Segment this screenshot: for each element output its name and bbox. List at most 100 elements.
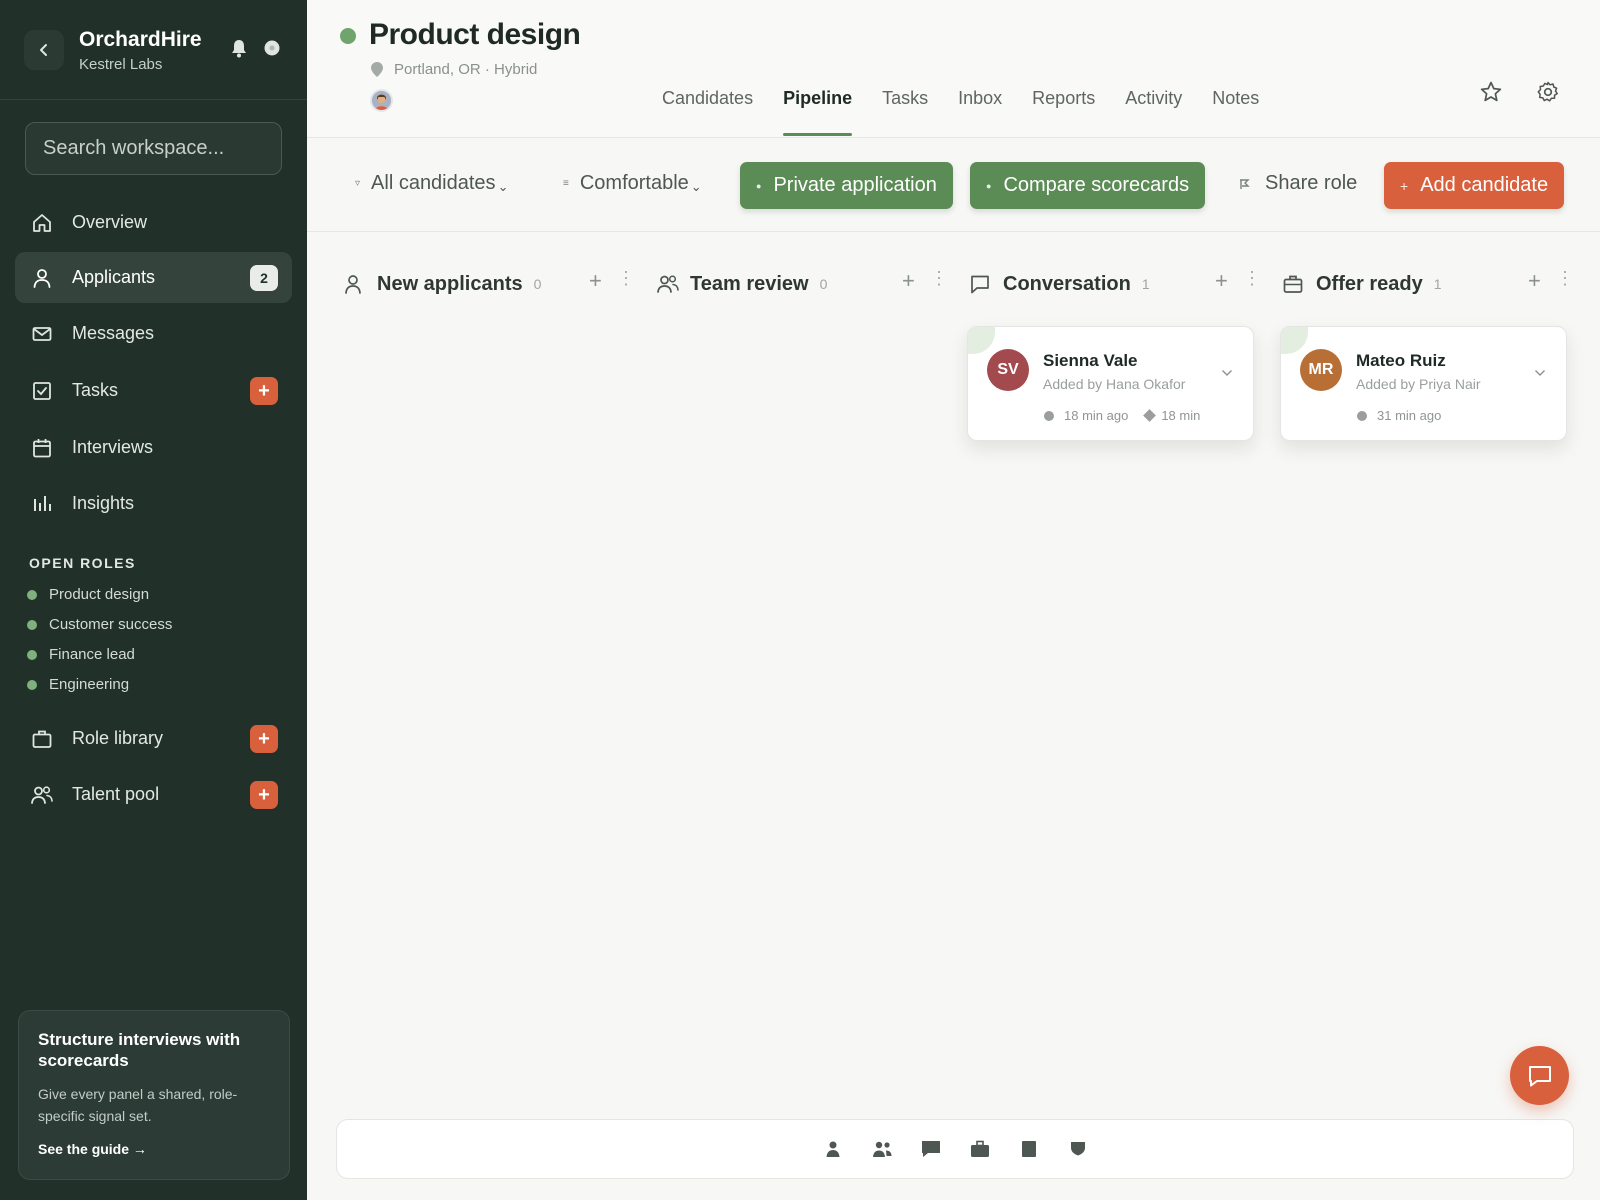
scorecard-icon: ● bbox=[986, 180, 992, 191]
column-count: 0 bbox=[533, 276, 542, 292]
column-add-button[interactable]: + bbox=[902, 268, 915, 294]
column-title: Conversation bbox=[1003, 272, 1131, 295]
shield-icon[interactable] bbox=[1053, 1141, 1102, 1157]
chat-icon[interactable] bbox=[906, 1140, 955, 1158]
tasks-add-badge[interactable]: + bbox=[250, 377, 278, 405]
candidate-avatar: SV bbox=[987, 349, 1029, 391]
chevron-down-icon[interactable] bbox=[1221, 364, 1233, 382]
role-label: Engineering bbox=[49, 676, 130, 693]
chat-icon bbox=[1528, 1065, 1551, 1086]
role-item-engineering[interactable]: Engineering bbox=[27, 676, 129, 693]
column-header-conversation: Conversation 1 bbox=[969, 268, 1150, 300]
column-header-new-applicants: New applicants 0 bbox=[343, 268, 541, 300]
star-icon[interactable] bbox=[1479, 80, 1503, 109]
sidebar-item-label: Interviews bbox=[72, 437, 154, 457]
gear-icon[interactable] bbox=[262, 38, 282, 63]
column-count: 1 bbox=[1433, 276, 1442, 292]
sidebar-item-insights[interactable]: Insights bbox=[15, 478, 292, 529]
tab-reports[interactable]: Reports bbox=[1032, 88, 1095, 138]
role-item-product-design[interactable]: Product design bbox=[27, 586, 149, 603]
role-status-dot bbox=[27, 679, 37, 690]
users-icon[interactable] bbox=[857, 1140, 906, 1158]
role-location: Portland, OR · Hybrid bbox=[371, 61, 537, 78]
column-more-icon[interactable]: ⋮ bbox=[930, 268, 948, 289]
role-status-dot bbox=[27, 589, 37, 600]
role-item-finance-lead[interactable]: Finance lead bbox=[27, 646, 135, 663]
search-input[interactable] bbox=[25, 122, 282, 175]
sidebar-item-overview[interactable]: Overview bbox=[15, 197, 292, 248]
see-guide-link[interactable]: See the guide → bbox=[38, 1141, 147, 1157]
column-more-icon[interactable]: ⋮ bbox=[1556, 268, 1574, 289]
share-role-button[interactable]: Share role bbox=[1237, 172, 1357, 195]
candidate-added-by: Added by Hana Okafor bbox=[1043, 376, 1186, 392]
sidebar-item-label: Overview bbox=[72, 212, 148, 232]
sidebar-item-label: Talent pool bbox=[72, 784, 160, 804]
sidebar-item-tasks[interactable]: Tasks + bbox=[15, 365, 292, 416]
role-tabs: Candidates Pipeline Tasks Inbox Reports … bbox=[662, 88, 1289, 138]
candidate-card-mateo-ruiz[interactable]: MR Mateo Ruiz Added by Priya Nair 31 min… bbox=[1280, 326, 1567, 441]
sidebar: OrchardHire Kestrel Labs Overview Applic… bbox=[0, 0, 307, 1200]
column-add-button[interactable]: + bbox=[1215, 268, 1228, 294]
workspace-header: OrchardHire Kestrel Labs bbox=[24, 26, 284, 74]
card-corner-tag bbox=[1281, 327, 1308, 354]
role-label: Customer success bbox=[49, 616, 173, 633]
candidate-added-by: Added by Priya Nair bbox=[1356, 376, 1481, 392]
column-add-button[interactable]: + bbox=[1528, 268, 1541, 294]
tab-pipeline[interactable]: Pipeline bbox=[783, 88, 853, 138]
tab-notes[interactable]: Notes bbox=[1212, 88, 1259, 138]
app-name: OrchardHire bbox=[79, 28, 202, 51]
compare-scorecards-button[interactable]: ● Compare scorecards bbox=[970, 162, 1206, 209]
tab-inbox[interactable]: Inbox bbox=[958, 88, 1002, 138]
back-button[interactable] bbox=[24, 30, 64, 70]
sidebar-item-talent-pool[interactable]: Talent pool + bbox=[15, 769, 292, 820]
column-more-icon[interactable]: ⋮ bbox=[1243, 268, 1261, 289]
bottom-dock bbox=[336, 1119, 1574, 1179]
user-icon[interactable] bbox=[808, 1140, 857, 1158]
candidate-avatar: MR bbox=[1300, 349, 1342, 391]
document-icon[interactable] bbox=[1004, 1140, 1053, 1158]
talent-pool-add-badge[interactable]: + bbox=[250, 781, 278, 809]
chevron-down-icon: ⌄ bbox=[497, 178, 509, 194]
settings-gear-icon[interactable] bbox=[1536, 80, 1560, 109]
role-status-dot bbox=[340, 28, 356, 44]
tab-tasks[interactable]: Tasks bbox=[882, 88, 928, 138]
chevron-down-icon: ⌄ bbox=[690, 178, 702, 194]
chevron-down-icon[interactable] bbox=[1534, 364, 1546, 382]
sidebar-item-messages[interactable]: Messages bbox=[15, 308, 292, 359]
candidate-time: 18 min ago bbox=[1064, 408, 1129, 423]
briefcase-icon[interactable] bbox=[955, 1140, 1004, 1158]
column-title: Team review bbox=[690, 272, 809, 295]
sidebar-item-role-library[interactable]: Role library + bbox=[15, 713, 292, 764]
user-icon bbox=[343, 273, 369, 295]
role-label: Product design bbox=[49, 586, 150, 603]
workspace-name: Kestrel Labs bbox=[79, 56, 163, 73]
candidate-name: Sienna Vale bbox=[1043, 351, 1138, 370]
sidebar-item-label: Tasks bbox=[72, 380, 119, 400]
time-dot-icon bbox=[1357, 410, 1367, 421]
role-library-add-badge[interactable]: + bbox=[250, 725, 278, 753]
column-add-button[interactable]: + bbox=[589, 268, 602, 294]
candidate-card-sienna-vale[interactable]: SV Sienna Vale Added by Hana Okafor 18 m… bbox=[967, 326, 1254, 441]
filter-label: All candidates bbox=[371, 172, 496, 194]
tab-activity[interactable]: Activity bbox=[1125, 88, 1182, 138]
home-icon bbox=[30, 211, 54, 235]
chat-fab-button[interactable] bbox=[1510, 1046, 1569, 1105]
tab-candidates[interactable]: Candidates bbox=[662, 88, 753, 138]
sidebar-item-applicants[interactable]: Applicants 2 bbox=[15, 252, 292, 303]
candidate-duration: 18 min bbox=[1161, 408, 1201, 423]
sidebar-item-label: Role library bbox=[72, 728, 164, 748]
candidate-meta: 31 min ago bbox=[1357, 408, 1441, 423]
role-item-customer-success[interactable]: Customer success bbox=[27, 616, 172, 633]
scorecards-promo-card: Structure interviews with scorecards Giv… bbox=[18, 1010, 290, 1180]
private-application-button[interactable]: ● Private application bbox=[740, 162, 953, 209]
column-more-icon[interactable]: ⋮ bbox=[617, 268, 635, 289]
bell-icon[interactable] bbox=[230, 38, 248, 63]
hiring-manager-avatar[interactable] bbox=[370, 89, 393, 112]
add-candidate-button[interactable]: + Add candidate bbox=[1384, 162, 1565, 209]
role-status-dot bbox=[27, 649, 37, 660]
density-dropdown[interactable]: ≡ Comfortable ⌄ bbox=[563, 172, 702, 195]
density-label: Comfortable bbox=[579, 172, 689, 194]
sidebar-item-interviews[interactable]: Interviews bbox=[15, 422, 292, 473]
users-icon bbox=[30, 783, 54, 807]
candidates-filter-dropdown[interactable]: ▿ All candidates ⌄ bbox=[355, 172, 508, 195]
